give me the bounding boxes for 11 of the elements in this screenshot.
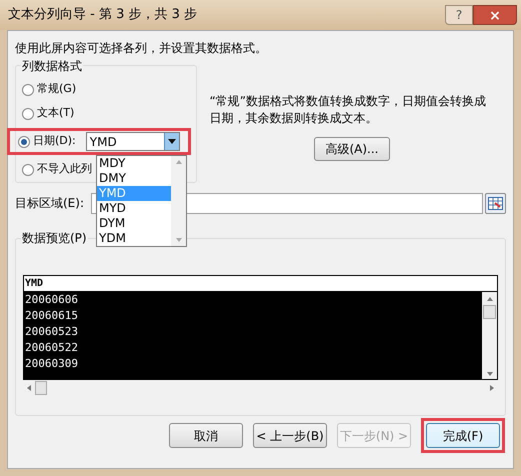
- description-text: “常规”数据格式将数值转换成数字，日期值会转换成日期，其余数据则转换成文本。: [210, 93, 487, 127]
- instruction-text: 使用此屏内容可选择各列，并设置其数据格式。: [15, 40, 268, 57]
- preview-cell-text: 20060309: [24, 356, 79, 372]
- group-label: 数据预览(P): [21, 229, 88, 247]
- preview-cell-text: 20060522: [24, 340, 79, 356]
- preview-cell-text: 20060523: [24, 324, 79, 340]
- window-title: 文本分列向导 - 第 3 步，共 3 步: [8, 6, 198, 24]
- group-label: 列数据格式: [21, 57, 83, 75]
- preview-cell-text: 20060615: [24, 308, 79, 324]
- target-label: 目标区域(E):: [15, 195, 85, 212]
- preview-cell-text: 20060606: [24, 292, 79, 308]
